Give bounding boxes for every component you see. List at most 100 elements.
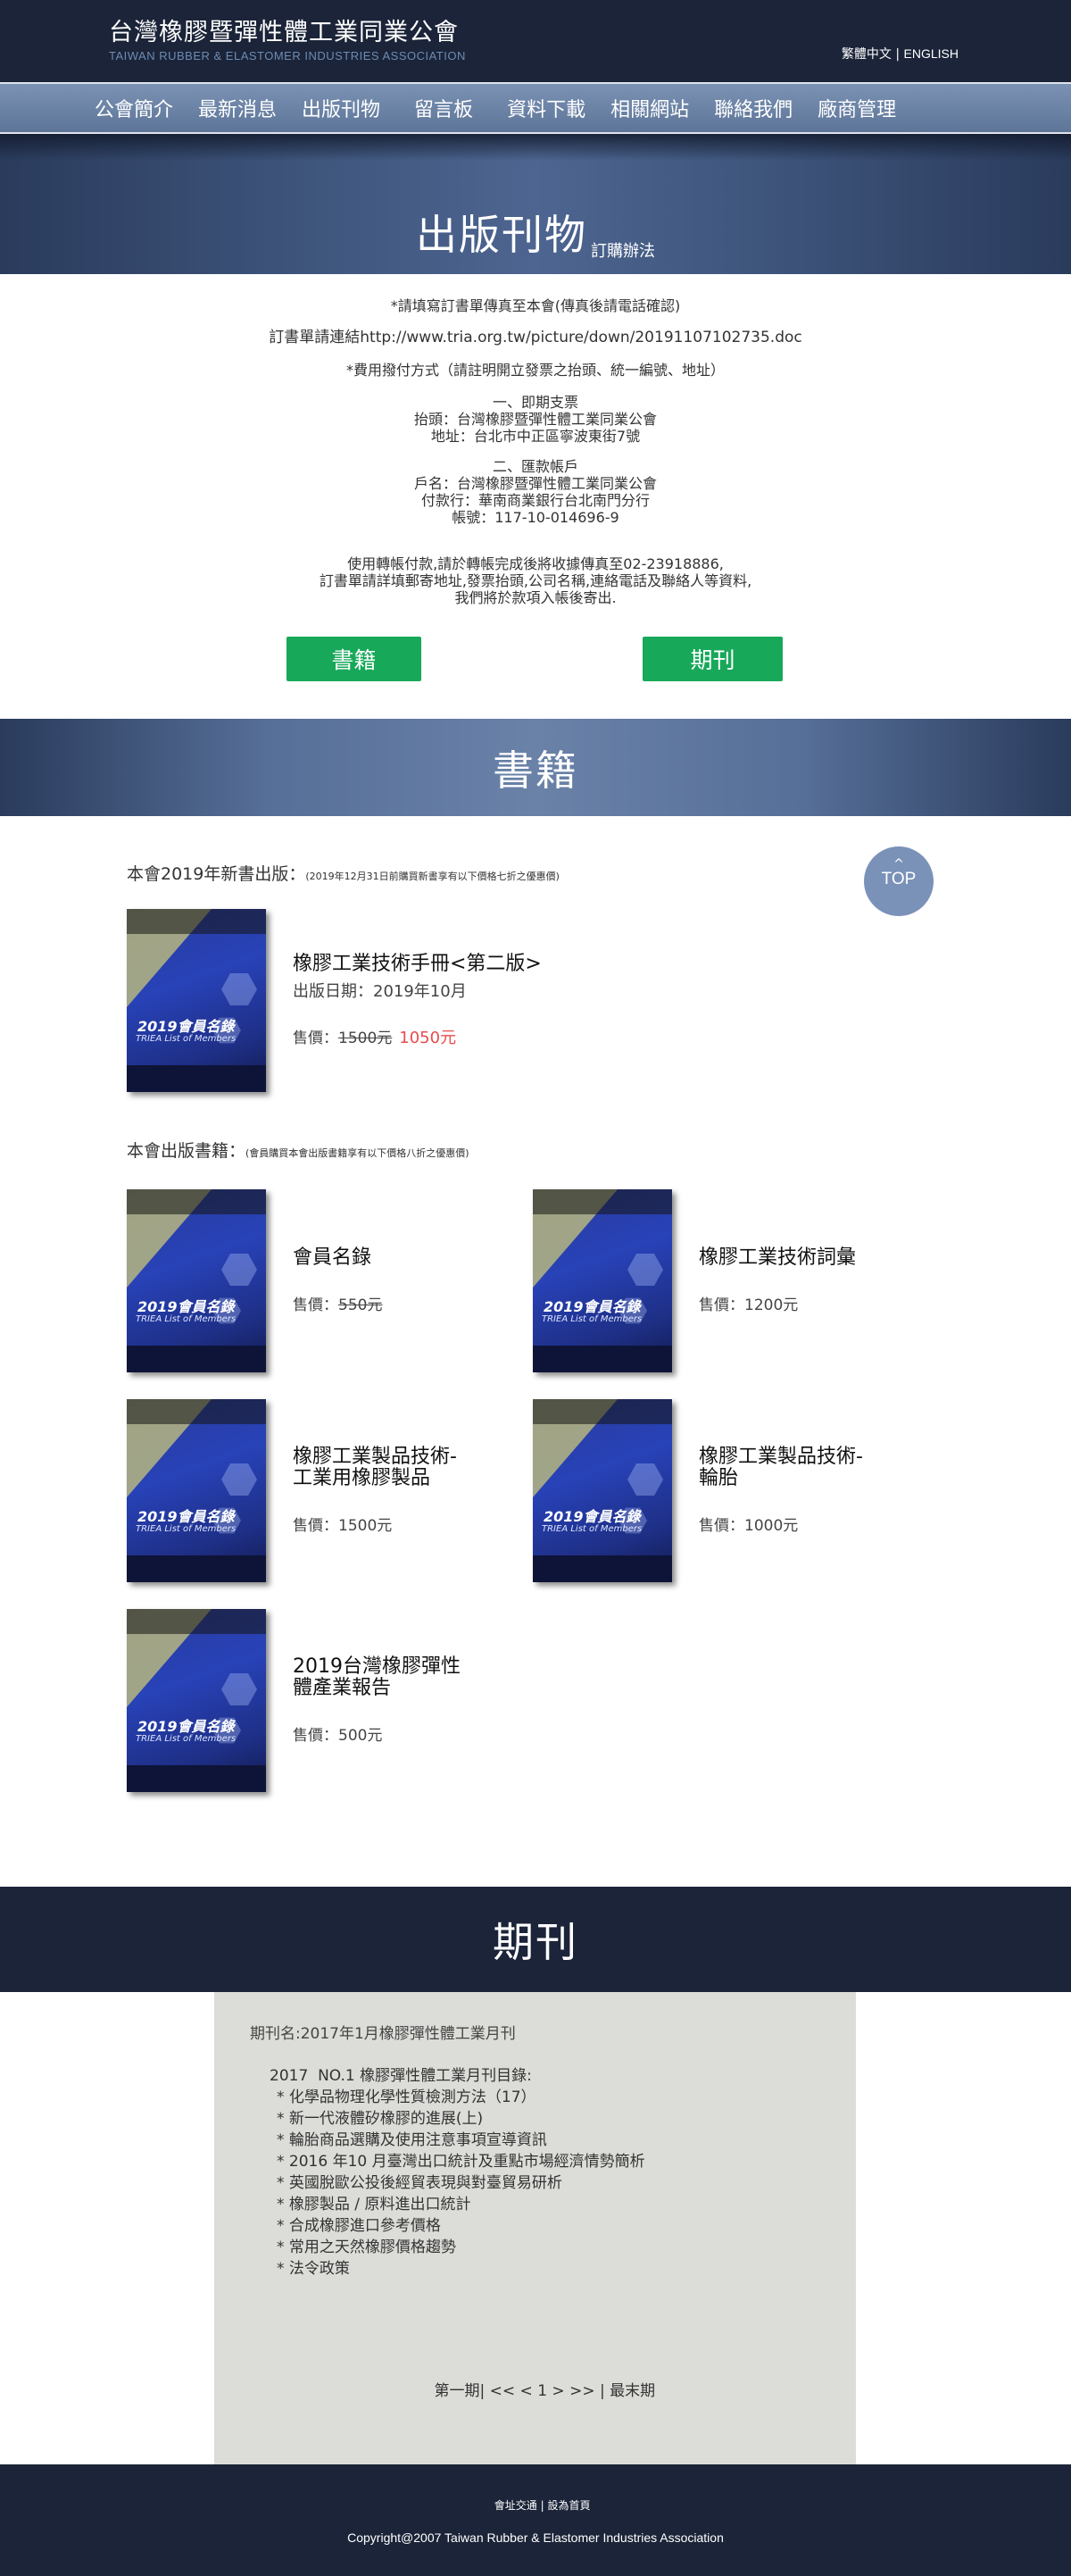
cover-title: 2019會員名錄 [137,1298,235,1315]
footer-links: 會址交通 | 設為首頁 [0,2485,1071,2525]
check-payee: 抬頭：台灣橡膠暨彈性體工業同業公會 [413,411,657,428]
footer-link-set-homepage[interactable]: 設為首頁 [547,2499,590,2512]
chevron-up-icon: ^ [893,857,904,871]
book-price: 售價：1000元 [699,1513,863,1535]
order-line-fax: *請填寫訂書單傳真至本會(傳真後請電話確認) [390,297,681,314]
back-to-top-button[interactable]: ^ TOP [864,846,934,916]
book-cover-image[interactable]: 2019會員名錄 TRIEA List of Members [127,1189,266,1372]
footer-separator: | [536,2499,548,2512]
book-title[interactable]: 橡膠工業技術詞彙 [699,1247,856,1269]
published-books-title: 本會出版書籍： [127,1141,246,1161]
transfer-name: 戶名：台灣橡膠暨彈性體工業同業公會 [413,475,657,492]
book-price: 售價：1200元 [699,1292,856,1314]
book-title-line-1: 橡膠工業製品技術- [293,1446,457,1468]
lang-zh-link[interactable]: 繁體中文 [842,47,892,62]
journals-button[interactable]: 期刊 [643,637,783,681]
lang-separator: | [891,47,904,62]
books-section-header: 書籍 [0,719,1071,816]
published-books-heading: 本會出版書籍：(會員購買本會出版書籍享有以下價格八折之優惠價) [127,1138,1071,1162]
check-title: 一、即期支票 [492,394,578,411]
cover-title: 2019會員名錄 [137,1508,235,1525]
sale-price: 1050元 [399,1028,457,1047]
cover-subtitle: TRIEA List of Members [542,1524,643,1534]
new-books-title: 本會2019年新書出版： [127,864,306,884]
transfer-title: 二、匯款帳戶 [492,458,578,475]
site-footer: 會址交通 | 設為首頁 Copyright@2007 Taiwan Rubber… [0,2464,1071,2576]
pager-prev-link[interactable]: << < [490,2382,533,2400]
list-item: * 法令政策 [277,2260,350,2278]
site-header: 台灣橡膠暨彈性體工業同業公會 TAIWAN RUBBER & ELASTOMER… [0,0,1071,82]
nav-item-publications[interactable]: 出版刊物 [302,94,380,122]
pager-current-page[interactable]: 1 [537,2382,547,2400]
page-title: 出版刊物 [416,211,587,259]
nav-item-links[interactable]: 相關網站 [610,94,689,122]
book-price: 售價：550元 [293,1292,382,1314]
book-cover-image[interactable]: 2019會員名錄 TRIEA List of Members [533,1399,672,1582]
nav-item-news[interactable]: 最新消息 [198,94,277,122]
transfer-bank: 付款行：華南商業銀行台北南門分行 [420,492,650,509]
list-item: * 輪胎商品選購及使用注意事項宣導資訊 [277,2131,547,2149]
price-value: 1200元 [744,1296,799,1314]
book-cover-image[interactable]: 2019會員名錄 TRIEA List of Members [127,1609,266,1792]
order-buttons: 書籍 期刊 [0,637,1071,719]
nav-item-downloads[interactable]: 資料下載 [507,94,585,122]
pager-first-link[interactable]: 第一期 [435,2382,480,2400]
nav-item-about[interactable]: 公會簡介 [95,94,173,122]
price-label: 售價： [293,1727,338,1745]
cover-title: 2019會員名錄 [544,1298,641,1315]
order-note-1: 使用轉帳付款,請於轉帳完成後將收據傳真至02-23918886, [347,555,724,572]
list-item: * 英國脫歐公投後經貿表現與對臺貿易研析 [277,2174,562,2192]
book-cover-image[interactable]: 2019會員名錄 TRIEA List of Members [127,1399,266,1582]
book-title[interactable]: 2019台灣橡膠彈性 體產業報告 [293,1656,461,1699]
nav-item-vendor-admin[interactable]: 廠商管理 [818,94,896,122]
books-section-title: 書籍 [493,746,578,795]
price-label: 售價： [293,1517,338,1535]
footer-link-directions[interactable]: 會址交通 [494,2499,537,2512]
pager-last-link[interactable]: 最末期 [610,2382,655,2400]
pager-separator: | [479,2382,490,2400]
pagination: 第一期| << < 1 > >> | 最末期 [214,2360,856,2418]
book-price: 售價：1500元 1050元 [293,1025,542,1048]
original-price: 1500元 [338,1029,393,1047]
main-nav: 公會簡介 最新消息 出版刊物 留言板 資料下載 相關網站 聯絡我們 廠商管理 [0,82,1071,134]
journal-section-header: 期刊 [0,1887,1071,1992]
journal-panel: 期刊名:2017年1月橡膠彈性體工業月刊 2017 NO.1 橡膠彈性體工業月刊… [214,1992,856,2464]
price-value: 550元 [338,1296,383,1314]
list-item: 2019會員名錄 TRIEA List of Members 橡膠工業製品技術-… [533,1399,939,1582]
cover-subtitle: TRIEA List of Members [136,1734,237,1744]
journal-name: 期刊名:2017年1月橡膠彈性體工業月刊 [250,2025,516,2043]
language-switcher: 繁體中文 | ENGLISH [842,45,959,63]
lang-en-link[interactable]: ENGLISH [904,46,959,61]
cover-subtitle: TRIEA List of Members [136,1314,237,1324]
list-item: * 化學品物理化學性質檢測方法（17） [277,2088,536,2106]
list-item: 2019會員名錄 TRIEA List of Members 2019台灣橡膠彈… [127,1609,533,1792]
price-label: 售價： [699,1296,744,1314]
nav-item-guestbook[interactable]: 留言板 [414,94,473,122]
book-title[interactable]: 橡膠工業製品技術- 輪胎 [699,1446,863,1489]
cover-subtitle: TRIEA List of Members [136,1524,237,1534]
books-button[interactable]: 書籍 [286,637,421,681]
book-title[interactable]: 橡膠工業製品技術- 工業用橡膠製品 [293,1446,457,1489]
order-note-3: 我們將於款項入帳後寄出. [454,589,617,606]
published-books-note: (會員購買本會出版書籍享有以下價格八折之優惠價) [245,1147,469,1159]
check-address: 地址：台北市中正區寧波東街7號 [430,428,641,445]
book-title[interactable]: 橡膠工業技術手冊<第二版> [293,953,542,975]
price-value: 500元 [338,1727,383,1745]
cover-title: 2019會員名錄 [137,1718,235,1735]
site-logo[interactable]: 台灣橡膠暨彈性體工業同業公會 TAIWAN RUBBER & ELASTOMER… [109,13,466,63]
list-item: * 合成橡膠進口參考價格 [277,2217,441,2235]
nav-item-contact[interactable]: 聯絡我們 [714,94,793,122]
cover-subtitle: TRIEA List of Members [542,1314,643,1324]
book-title-line-1: 橡膠工業製品技術- [699,1446,863,1468]
pager-next-link[interactable]: > >> [552,2382,594,2400]
order-form-link[interactable]: 訂書單請連結http://www.tria.org.tw/picture/dow… [0,329,1071,346]
book-title[interactable]: 會員名錄 [293,1247,382,1269]
new-books-note: (2019年12月31日前購買新書享有以下價格七折之優惠價) [305,871,560,882]
back-to-top-label: TOP [881,870,917,888]
list-item: * 新一代液體矽橡膠的進展(上) [277,2110,484,2128]
book-cover-image[interactable]: 2019會員名錄 TRIEA List of Members [127,909,266,1092]
list-item: 2019會員名錄 TRIEA List of Members 會員名錄 售價：5… [127,1189,533,1372]
page-subtitle: 訂購辦法 [591,242,655,261]
site-title: 台灣橡膠暨彈性體工業同業公會 [109,19,459,46]
book-cover-image[interactable]: 2019會員名錄 TRIEA List of Members [533,1189,672,1372]
